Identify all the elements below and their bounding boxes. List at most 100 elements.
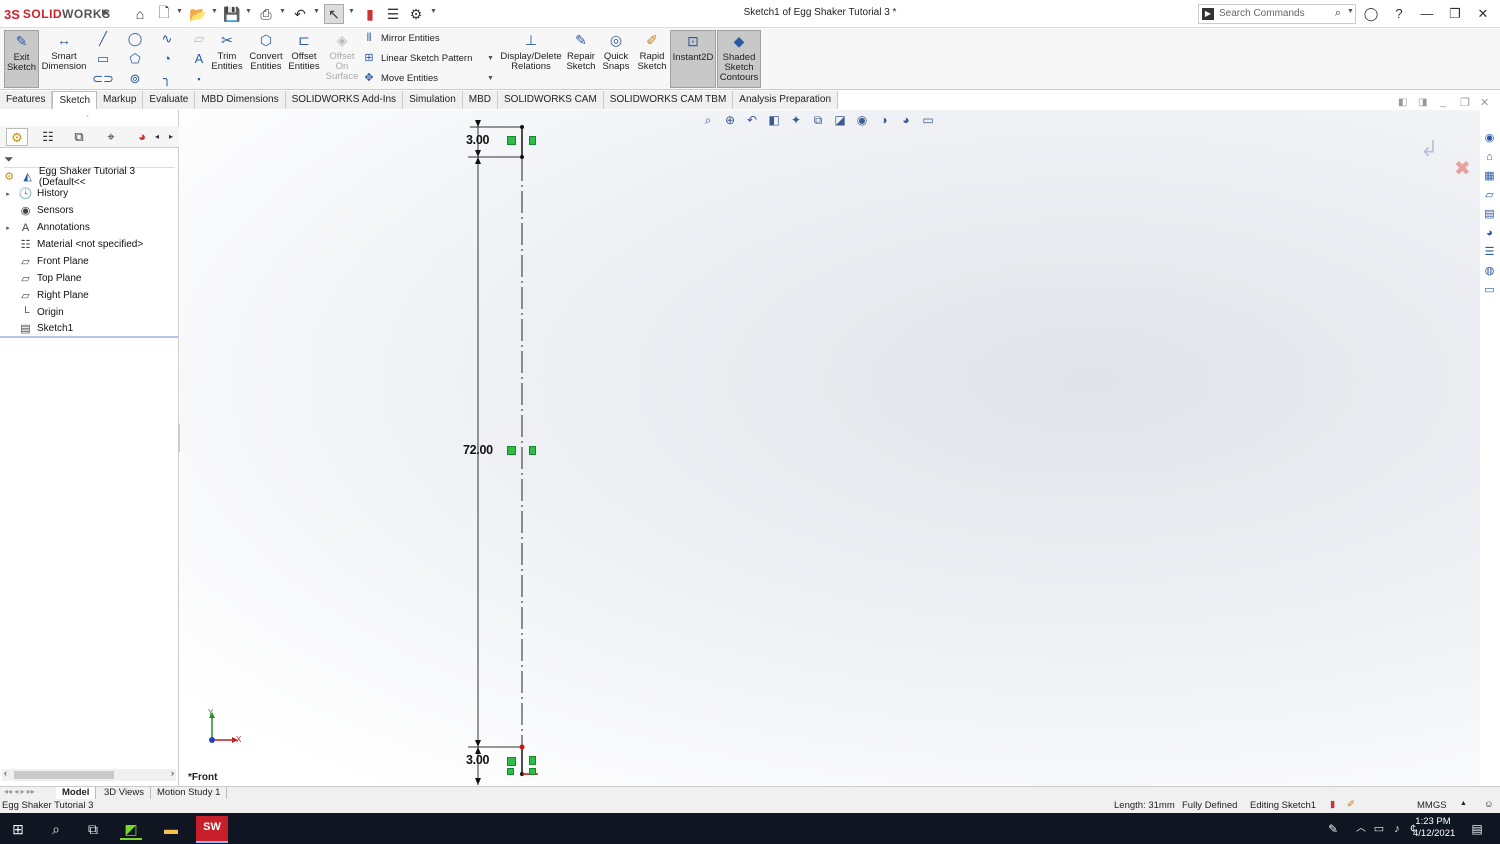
scroll-left-icon[interactable]: ‹	[4, 768, 7, 778]
tab-scroll-right-icon[interactable]: ▸	[165, 128, 177, 146]
app-pin-icon[interactable]: ◩	[120, 818, 142, 840]
minimize-icon[interactable]: —	[1416, 4, 1438, 24]
fillet-icon[interactable]: ╮	[156, 71, 178, 87]
tree-item-right-plane[interactable]: ▱ Right Plane	[0, 287, 179, 304]
hide-show-items-icon[interactable]: ◉	[854, 112, 870, 128]
tab-evaluate[interactable]: Evaluate	[143, 91, 196, 109]
user-icon[interactable]: ◯	[1360, 4, 1382, 24]
home-task-icon[interactable]: ⌂	[1481, 149, 1498, 166]
plane-icon[interactable]: ▱	[188, 31, 210, 47]
dimension-bottom[interactable]: 3.00	[466, 753, 489, 767]
offset-on-surface-button[interactable]: ◈ Offset On Surface	[324, 30, 360, 88]
display-delete-relations-button[interactable]: ⊥ Display/Delete Relations	[500, 30, 562, 88]
new-dropdown-icon[interactable]: ▼	[176, 8, 183, 15]
doc-tile-right-icon[interactable]: ◨	[1418, 97, 1427, 108]
file-properties-icon[interactable]: ☰	[383, 4, 403, 24]
view-palette-icon[interactable]: ▤	[1481, 206, 1498, 223]
slot-icon[interactable]: ⊂⊃	[92, 71, 114, 87]
shaded-sketch-contours-button[interactable]: ◆ Shaded Sketch Contours	[717, 30, 761, 88]
expand-icon[interactable]: ▸	[3, 224, 13, 232]
select-icon[interactable]: ↖	[324, 4, 344, 24]
search-icon[interactable]: ⌕	[1335, 7, 1341, 20]
ellipse-icon[interactable]: ⊚	[124, 71, 146, 87]
windows-start-icon[interactable]: ⊞	[7, 818, 29, 840]
undo-icon[interactable]: ↶	[290, 4, 310, 24]
relation-icon[interactable]	[529, 756, 536, 765]
options-dropdown-icon[interactable]: ▼	[430, 8, 437, 15]
mirror-entities-button[interactable]: ⫴ Mirror Entities	[362, 31, 440, 45]
point-icon[interactable]: ▪	[188, 71, 210, 87]
cancel-sketch-corner-icon[interactable]: ✖	[1454, 156, 1471, 181]
relation-icon[interactable]	[529, 768, 536, 775]
arc-icon[interactable]: ◔	[156, 51, 178, 67]
view-orientation-icon[interactable]: ⧉	[810, 112, 826, 128]
move-entities-button[interactable]: ✥ Move Entities	[362, 71, 438, 85]
design-library-icon[interactable]: ▦	[1481, 168, 1498, 185]
tree-item-material[interactable]: ☷ Material <not specified>	[0, 236, 179, 253]
doc-minimize-icon[interactable]: _	[1440, 96, 1446, 108]
help-icon[interactable]: ?	[1388, 4, 1410, 24]
file-explorer-icon[interactable]: ▬	[160, 818, 182, 840]
tree-item-sensors[interactable]: ◉ Sensors	[0, 202, 179, 219]
close-icon[interactable]: ✕	[1472, 4, 1494, 24]
rebuild-status-icon[interactable]: ▮	[1330, 799, 1335, 810]
custom-properties-icon[interactable]: ☰	[1481, 244, 1498, 261]
search-commands-input[interactable]: ▶ Search Commands ⌕	[1198, 4, 1356, 24]
chat-icon[interactable]: ▭	[1481, 282, 1498, 299]
status-units[interactable]: MMGS	[1417, 800, 1447, 811]
open-icon[interactable]: 📂	[188, 4, 208, 24]
solidworks-taskbar-icon[interactable]: SW	[196, 816, 228, 843]
doc-tile-left-icon[interactable]: ◧	[1398, 97, 1407, 108]
display-manager-tab-icon[interactable]: ◕	[131, 128, 153, 146]
relation-icon[interactable]	[529, 136, 536, 145]
move-dropdown-icon[interactable]: ▼	[487, 75, 494, 82]
dimxpert-tab-icon[interactable]: ⌖	[100, 128, 122, 146]
tooltip-icon[interactable]: ☺	[1484, 799, 1494, 810]
save-dropdown-icon[interactable]: ▼	[245, 8, 252, 15]
tab-nav-arrows-icon[interactable]: ◂◂ ◂ ▸ ▸▸	[4, 787, 35, 796]
edit-appearance-icon[interactable]: ◑	[876, 112, 892, 128]
smart-dimension-button[interactable]: ↔ Smart Dimension	[42, 30, 87, 88]
expand-icon[interactable]: ▸	[3, 190, 13, 198]
tab-analysis-preparation[interactable]: Analysis Preparation	[733, 91, 839, 109]
tree-root[interactable]: ⚙ ◭ Egg Shaker Tutorial 3 (Default<<	[0, 166, 179, 188]
new-document-icon[interactable]: 🗋	[154, 4, 174, 24]
search-dropdown-icon[interactable]: ▼	[1347, 8, 1354, 15]
print-icon[interactable]: ⎙	[256, 4, 276, 24]
tree-item-history[interactable]: ▸ 🕓 History	[0, 185, 179, 202]
solidworks-logo[interactable]: 3S SOLIDWORKS	[4, 6, 111, 22]
previous-view-icon[interactable]: ↶	[744, 112, 760, 128]
tab-sketch[interactable]: Sketch	[52, 91, 98, 109]
instant2d-button[interactable]: ⊡ Instant2D	[670, 30, 716, 88]
offset-entities-button[interactable]: ⊏ Offset Entities	[286, 30, 322, 88]
tree-item-front-plane[interactable]: ▱ Front Plane	[0, 253, 179, 270]
search-icon[interactable]: ⌕	[45, 818, 67, 840]
property-manager-tab-icon[interactable]: ☷	[37, 128, 59, 146]
relation-icon[interactable]	[507, 446, 516, 455]
tab-scroll-left-icon[interactable]: ◂	[151, 128, 163, 146]
notifications-icon[interactable]: ▤	[1466, 818, 1488, 840]
view-settings-icon[interactable]: ▭	[920, 112, 936, 128]
undo-dropdown-icon[interactable]: ▼	[313, 8, 320, 15]
panel-grip-icon[interactable]: ◦	[86, 113, 88, 120]
options-icon[interactable]: ⚙	[406, 4, 426, 24]
section-view-icon[interactable]: ◧	[766, 112, 782, 128]
graphics-area[interactable]: 3.00 72.00 3.00 Y X *Front ↲ ✖	[180, 110, 1480, 786]
text-icon[interactable]: A	[188, 51, 210, 67]
line-icon[interactable]: ╱	[92, 31, 114, 47]
convert-entities-button[interactable]: ⬡ Convert Entities	[246, 30, 286, 88]
task-view-icon[interactable]: ⧉	[82, 818, 104, 840]
tab-mbd-dimensions[interactable]: MBD Dimensions	[195, 91, 286, 109]
relation-icon[interactable]	[507, 757, 516, 766]
units-up-icon[interactable]: ▲	[1460, 800, 1467, 807]
doc-close-icon[interactable]: ✕	[1480, 96, 1489, 109]
home-icon[interactable]: ⌂	[130, 4, 150, 24]
linear-sketch-pattern-button[interactable]: ⊞ Linear Sketch Pattern	[362, 51, 472, 65]
configuration-manager-tab-icon[interactable]: ⧉	[68, 128, 90, 146]
trim-entities-button[interactable]: ✂ Trim Entities	[210, 30, 244, 88]
print-dropdown-icon[interactable]: ▼	[279, 8, 286, 15]
file-explorer-icon[interactable]: ▱	[1481, 187, 1498, 204]
tab-markup[interactable]: Markup	[97, 91, 144, 109]
relation-icon[interactable]	[507, 136, 516, 145]
tab-features[interactable]: Features	[0, 91, 53, 109]
